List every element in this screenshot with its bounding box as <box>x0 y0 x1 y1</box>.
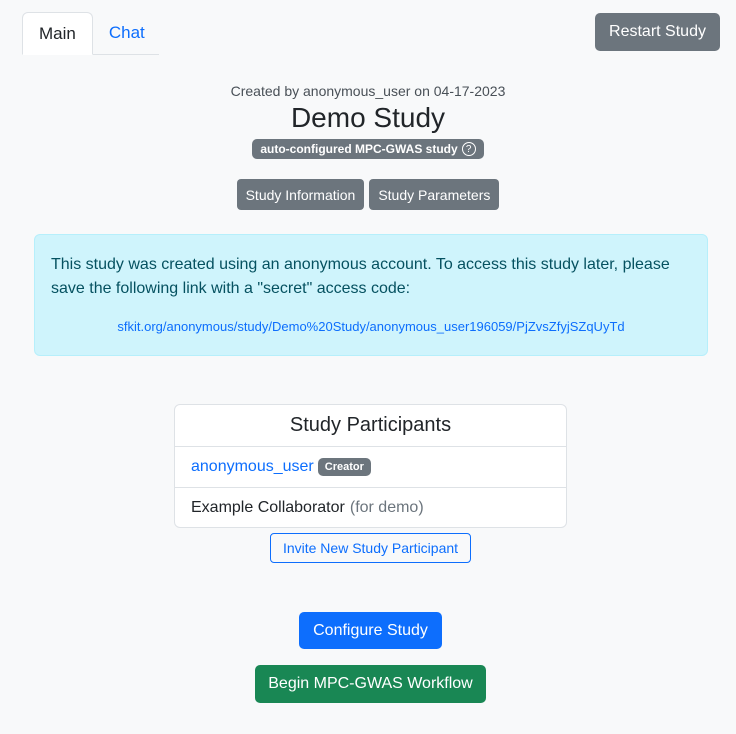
restart-study-button[interactable]: Restart Study <box>595 13 720 51</box>
invite-participant-button[interactable]: Invite New Study Participant <box>270 533 471 563</box>
creator-badge: Creator <box>317 458 371 476</box>
begin-workflow-button[interactable]: Begin MPC-GWAS Workflow <box>255 665 486 703</box>
help-icon[interactable]: ? <box>461 142 476 156</box>
created-by-text: Created by anonymous_user on 04-17-2023 <box>230 83 506 99</box>
tab-bar: Main Chat <box>22 12 161 55</box>
participant-link[interactable]: anonymous_user <box>191 458 314 476</box>
participant-name: Example Collaborator <box>191 498 345 516</box>
configure-study-button[interactable]: Configure Study <box>299 612 442 649</box>
study-type-badge: auto-configured MPC-GWAS study ? <box>252 139 484 159</box>
participant-note: (for demo) <box>349 498 424 516</box>
study-info-buttons: Study Information Study Parameters <box>0 179 736 210</box>
alert-message: This study was created using an anonymou… <box>51 256 670 297</box>
study-type-badge-wrap: auto-configured MPC-GWAS study ? <box>0 139 736 159</box>
study-information-button[interactable]: Study Information <box>236 179 365 210</box>
list-item: anonymous_user Creator <box>175 447 566 487</box>
page-title: Demo Study <box>290 102 446 133</box>
study-type-label: auto-configured MPC-GWAS study <box>260 142 458 156</box>
tab-chat[interactable]: Chat <box>93 12 161 54</box>
study-page: Main Chat Restart Study Created by anony… <box>0 0 736 734</box>
anonymous-account-alert: This study was created using an anonymou… <box>34 234 708 356</box>
tab-main[interactable]: Main <box>22 12 93 55</box>
study-parameters-button[interactable]: Study Parameters <box>369 179 500 210</box>
participants-title: Study Participants <box>175 405 566 447</box>
participants-card: Study Participants anonymous_user Creato… <box>174 404 567 528</box>
secret-access-link[interactable]: sfkit.org/anonymous/study/Demo%20Study/a… <box>51 319 691 334</box>
list-item: Example Collaborator (for demo) <box>175 487 566 527</box>
